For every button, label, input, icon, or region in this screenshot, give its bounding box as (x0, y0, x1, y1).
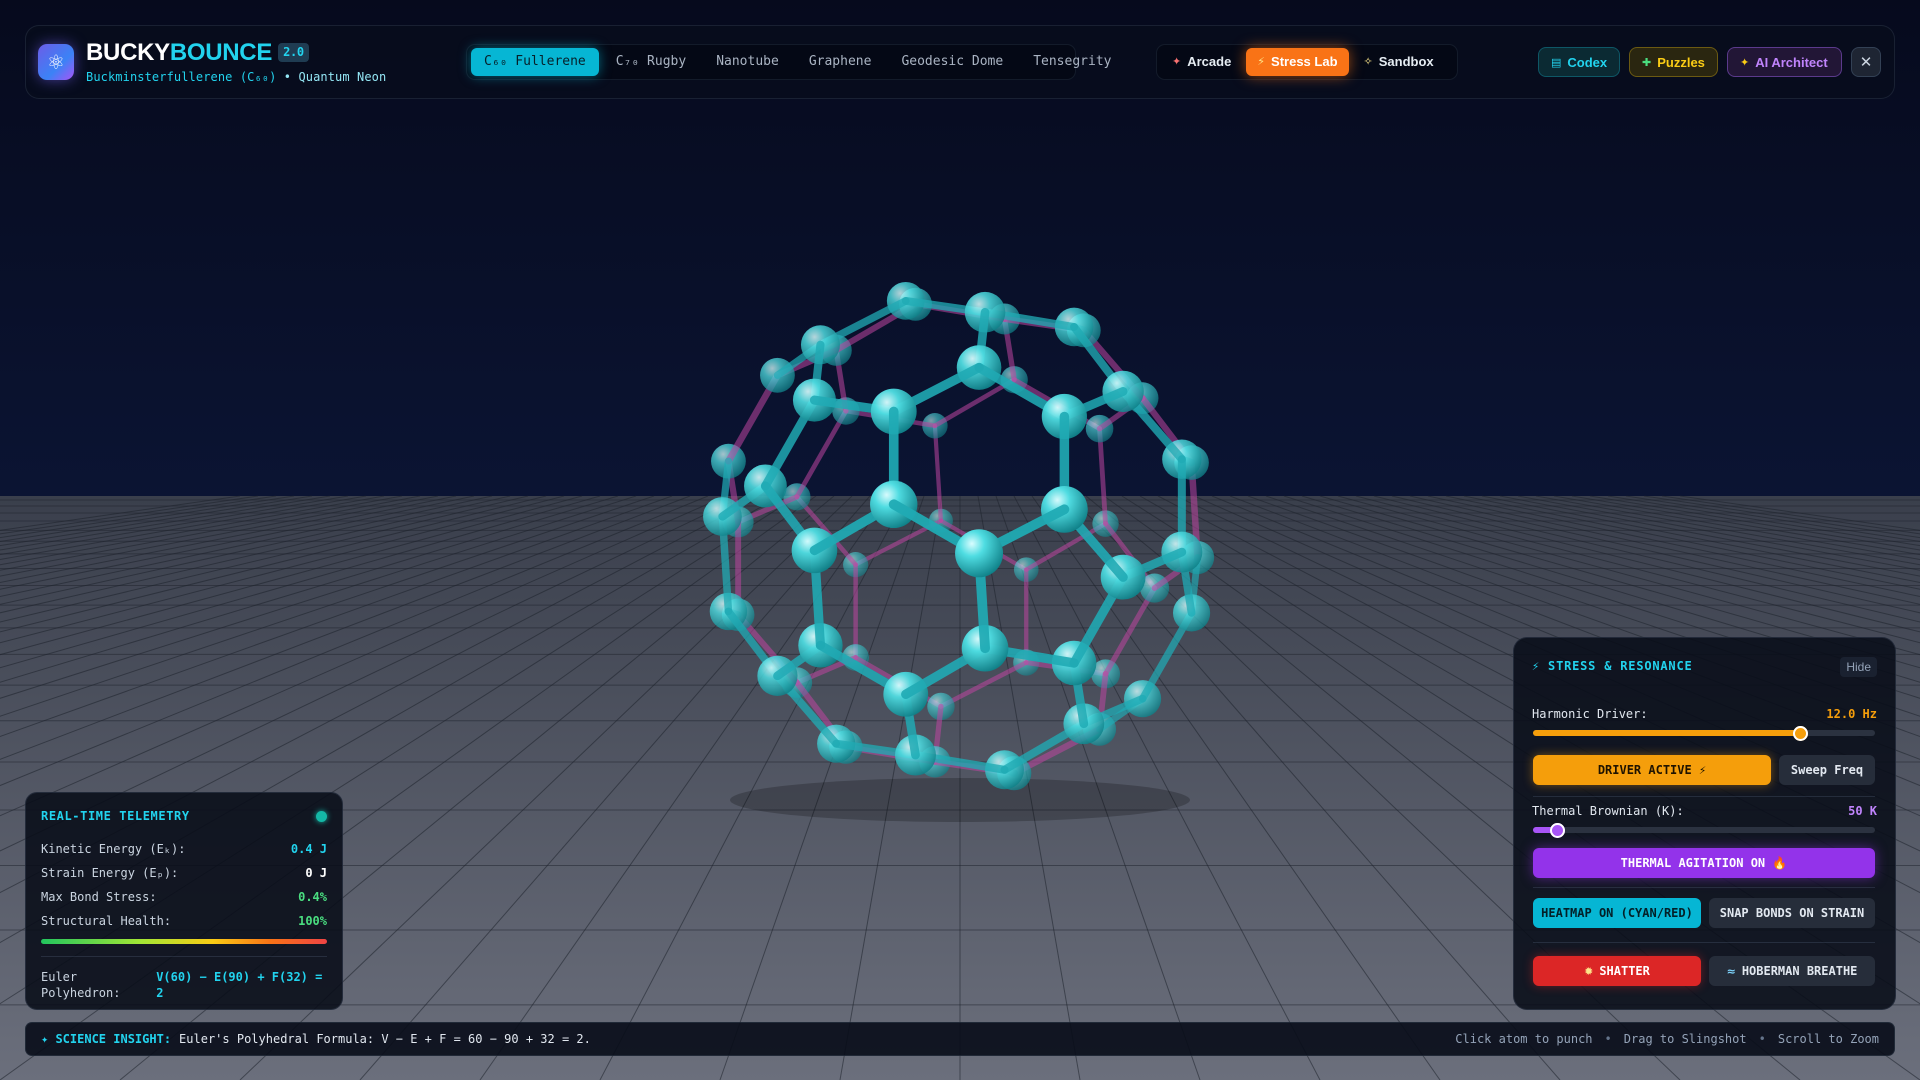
euler-label: Euler Polyhedron: (41, 970, 121, 1000)
telemetry-title: REAL-TIME TELEMETRY (41, 809, 190, 823)
subtitle-separator: • (283, 70, 292, 84)
status-indicator (316, 811, 327, 822)
strain-value: 0 J (305, 866, 327, 880)
telemetry-panel: REAL-TIME TELEMETRY Kinetic Energy (Eₖ):… (25, 792, 343, 1010)
molecule-shadow (730, 778, 1190, 822)
tab-c60-fullerene[interactable]: C₆₀ Fullerene (471, 48, 599, 76)
book-icon: ▤ (1551, 55, 1562, 69)
heatmap-button[interactable]: HEATMAP ON (CYAN/RED) (1533, 898, 1701, 928)
atom-icon: ⚛ (38, 44, 74, 80)
telemetry-row-health: Structural Health: 100% (41, 909, 327, 933)
euler-row: Euler Polyhedron: V(60) − E(90) + F(32) … (41, 969, 327, 1001)
stress-resonance-panel: ⚡ STRESS & RESONANCE Hide Harmonic Drive… (1513, 637, 1896, 1010)
insight-label: ✦ SCIENCE INSIGHT: (41, 1032, 172, 1046)
control-hints: Click atom to punch • Drag to Slingshot … (1455, 1032, 1879, 1046)
puzzles-button[interactable]: ✚ Puzzles (1629, 47, 1718, 77)
hint-punch: Click atom to punch (1455, 1032, 1593, 1046)
health-value: 100% (298, 914, 327, 928)
hoberman-breathe-button[interactable]: ≈ HOBERMAN BREATHE (1709, 956, 1875, 986)
mode-sandbox[interactable]: ✧ Sandbox (1353, 48, 1445, 76)
science-insight-bar: ✦ SCIENCE INSIGHT: Euler's Polyhedral Fo… (25, 1022, 1895, 1056)
title-part-2: BOUNCE (169, 39, 273, 66)
lightning-icon: ⚡ (1257, 55, 1266, 68)
driver-active-button[interactable]: DRIVER ACTIVE ⚡ (1533, 755, 1771, 785)
app-brand: BUCKYBOUNCE 2.0 Buckminsterfullerene (C₆₀… (86, 40, 386, 85)
bond-stress-label: Max Bond Stress: (41, 890, 157, 904)
telemetry-row-bond-stress: Max Bond Stress: 0.4% (41, 885, 327, 909)
puzzles-label: Puzzles (1657, 54, 1705, 70)
thermal-slider[interactable] (1533, 823, 1875, 838)
harmonic-value: 12.0 Hz (1826, 707, 1877, 721)
ai-architect-button[interactable]: ✦ AI Architect (1727, 47, 1842, 77)
shatter-label: SHATTER (1599, 964, 1650, 978)
top-navigation-bar: ⚛ BUCKYBOUNCE 2.0 Buckminsterfullerene (C… (25, 25, 1895, 99)
telemetry-row-strain: Strain Energy (Eₚ): 0 J (41, 861, 327, 885)
hoberman-label: HOBERMAN BREATHE (1741, 964, 1858, 978)
ai-architect-label: AI Architect (1755, 54, 1828, 70)
hint-slingshot: Drag to Slingshot (1623, 1032, 1747, 1046)
euler-value: V(60) − E(90) + F(32) = 2 (156, 970, 323, 1000)
harmonic-slider[interactable] (1533, 726, 1875, 741)
sweep-freq-button[interactable]: Sweep Freq (1779, 755, 1875, 785)
tab-geodesic-dome[interactable]: Geodesic Dome (888, 48, 1016, 76)
subtitle-molecule: Buckminsterfullerene (C₆₀) (86, 70, 277, 84)
shatter-button[interactable]: ✹ SHATTER (1533, 956, 1701, 986)
title-part-1: BUCKY (86, 39, 170, 66)
sparkle-icon: ✧ (1363, 55, 1373, 68)
bond-stress-value: 0.4% (298, 890, 327, 904)
health-bar (41, 939, 327, 944)
codex-label: Codex (1567, 54, 1608, 70)
mute-icon: ✕ (1859, 53, 1873, 71)
strain-label: Strain Energy (Eₚ): (41, 866, 179, 880)
thermal-slider-thumb[interactable] (1549, 823, 1565, 838)
version-badge: 2.0 (278, 43, 309, 62)
kinetic-label: Kinetic Energy (Eₖ): (41, 842, 186, 856)
mode-tabs: ✦ Arcade ⚡ Stress Lab ✧ Sandbox (1156, 44, 1458, 80)
atom (955, 529, 1004, 578)
thermal-value: 50 K (1848, 804, 1877, 818)
explosion-icon: ✹ (1584, 964, 1594, 978)
rocket-icon: ✦ (1172, 55, 1182, 68)
wave-icon: ≈ (1726, 964, 1736, 978)
hide-button[interactable]: Hide (1840, 657, 1877, 677)
tab-c70-rugby[interactable]: C₇₀ Rugby (603, 48, 699, 76)
mode-stress-lab[interactable]: ⚡ Stress Lab (1246, 48, 1349, 76)
kinetic-value: 0.4 J (290, 842, 327, 856)
puzzle-icon: ✚ (1642, 55, 1652, 69)
harmonic-label: Harmonic Driver: (1532, 707, 1648, 721)
sparkles-icon: ✦ (1740, 55, 1750, 69)
mute-button[interactable]: ✕ (1851, 47, 1881, 77)
subtitle-theme: Quantum Neon (298, 70, 387, 84)
mode-arcade[interactable]: ✦ Arcade (1161, 48, 1242, 76)
mode-arcade-label: Arcade (1187, 54, 1232, 69)
insight-text: Euler's Polyhedral Formula: V − E + F = … (179, 1032, 591, 1046)
health-label: Structural Health: (41, 914, 172, 928)
hint-zoom: Scroll to Zoom (1777, 1032, 1879, 1046)
model-tabs: C₆₀ Fullerene C₇₀ Rugby Nanotube Graphen… (466, 44, 1111, 80)
mode-sandbox-label: Sandbox (1378, 54, 1434, 69)
thermal-agitation-button[interactable]: THERMAL AGITATION ON 🔥 (1533, 848, 1875, 878)
app-subtitle: Buckminsterfullerene (C₆₀) • Quantum Neo… (86, 70, 386, 84)
harmonic-slider-thumb[interactable] (1792, 726, 1808, 741)
thermal-label: Thermal Brownian (K): (1532, 804, 1684, 818)
mode-stress-lab-label: Stress Lab (1271, 54, 1338, 69)
telemetry-row-kinetic: Kinetic Energy (Eₖ): 0.4 J (41, 837, 327, 861)
stress-panel-title: ⚡ STRESS & RESONANCE (1532, 659, 1693, 673)
snap-bonds-button[interactable]: SNAP BONDS ON STRAIN (1709, 898, 1875, 928)
codex-button[interactable]: ▤ Codex (1538, 47, 1620, 77)
tab-tensegrity[interactable]: Tensegrity (1020, 48, 1124, 76)
tab-graphene[interactable]: Graphene (796, 48, 885, 76)
tab-nanotube[interactable]: Nanotube (703, 48, 792, 76)
app-title: BUCKYBOUNCE 2.0 (86, 40, 386, 66)
